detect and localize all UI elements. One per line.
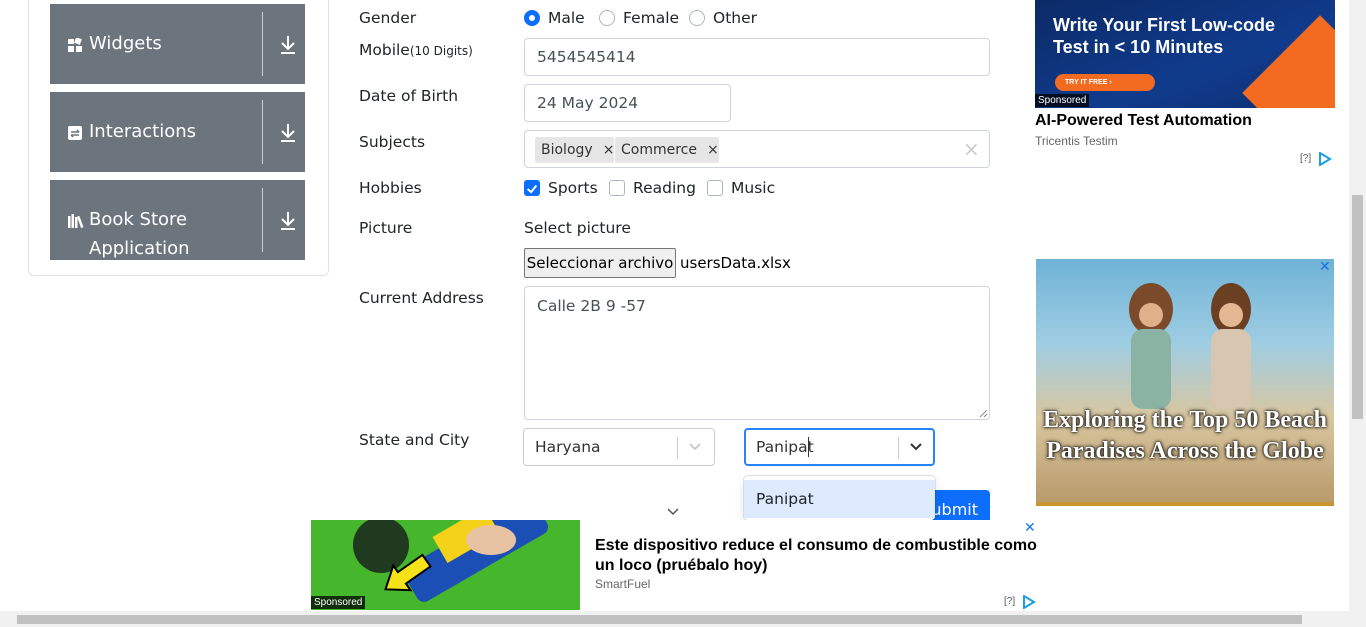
ad-banner-smartfuel[interactable]: Sponsored Este dispositivo reduce el con… — [311, 520, 1039, 610]
current-address-textarea[interactable]: Calle 2B 9 -57 — [524, 286, 990, 420]
subject-chip-commerce: Commerce × — [615, 137, 719, 163]
gender-other-radio[interactable] — [689, 10, 705, 26]
divider — [262, 188, 263, 252]
ad-source[interactable]: SmartFuel — [595, 577, 650, 591]
scrollbar-thumb[interactable] — [17, 615, 1302, 624]
address-value: Calle 2B 9 -57 — [537, 297, 646, 315]
divider — [262, 100, 263, 164]
current-address-label: Current Address — [359, 289, 484, 307]
chevron-down-icon[interactable] — [666, 507, 680, 517]
ad-cta-button[interactable]: TRY IT FREE › — [1055, 74, 1155, 91]
file-name: usersData.xlsx — [680, 254, 791, 272]
dob-input[interactable]: 24 May 2024 — [524, 84, 731, 122]
sidebar-group-interactions[interactable]: Interactions — [50, 92, 305, 172]
chip-label: Commerce — [621, 142, 697, 158]
chevron-down-icon[interactable] — [688, 442, 702, 452]
hobby-option-label: Music — [731, 179, 776, 197]
text-caret — [808, 437, 809, 457]
sidebar-group-book-store[interactable]: Book Store Application — [50, 180, 305, 260]
chip-remove-icon[interactable]: × — [707, 142, 719, 158]
download-icon[interactable] — [279, 35, 297, 55]
sidebar-group-label: Application — [89, 238, 190, 259]
gender-option-label: Male — [548, 9, 585, 27]
state-select[interactable]: Haryana — [523, 428, 715, 466]
mobile-hint: (10 Digits) — [409, 44, 473, 58]
gender-female-radio[interactable] — [599, 10, 615, 26]
sidebar-group-label: Interactions — [89, 121, 197, 142]
choose-file-button[interactable]: Seleccionar archivo — [524, 248, 676, 278]
ad-title[interactable]: Este dispositivo reduce el consumo de co… — [595, 536, 1039, 576]
book-store-icon — [68, 214, 84, 228]
clear-all-icon[interactable]: × — [963, 137, 980, 161]
ad-source[interactable]: Tricentis Testim — [1035, 134, 1118, 148]
indicator-separator — [677, 437, 678, 459]
vertical-scrollbar[interactable] — [1349, 0, 1366, 611]
city-option[interactable]: Panipat — [744, 480, 935, 518]
horizontal-scrollbar[interactable] — [0, 611, 1366, 627]
scrollbar-thumb[interactable] — [1352, 195, 1363, 419]
hobby-music-checkbox[interactable] — [707, 180, 723, 196]
mobile-value: 5454545414 — [537, 48, 636, 66]
select-picture-prompt: Select picture — [524, 219, 631, 237]
sponsored-badge: Sponsored — [1035, 94, 1090, 107]
dob-label: Date of Birth — [359, 87, 459, 105]
city-select[interactable]: Panipat — [744, 428, 935, 466]
indicator-separator — [898, 437, 899, 459]
sponsored-badge: Sponsored — [311, 596, 366, 609]
city-dropdown-menu: Panipat — [744, 476, 935, 520]
sidebar-group-label: Widgets — [89, 33, 162, 54]
resize-handle-icon[interactable] — [978, 408, 988, 418]
state-city-label: State and City — [359, 431, 470, 449]
state-value: Haryana — [535, 438, 601, 456]
sidebar-group-label: Book Store — [89, 209, 188, 230]
download-icon[interactable] — [279, 211, 297, 231]
subjects-input[interactable]: Biology × Commerce × × — [524, 130, 990, 168]
gender-label: Gender — [359, 9, 417, 27]
subjects-label: Subjects — [359, 133, 426, 151]
checkmark-icon — [526, 184, 538, 194]
gender-option-label: Female — [623, 9, 680, 27]
dob-value: 24 May 2024 — [537, 94, 639, 112]
picture-label: Picture — [359, 219, 413, 237]
hobby-option-label: Reading — [633, 179, 696, 197]
download-icon[interactable] — [279, 123, 297, 143]
chevron-down-icon[interactable] — [909, 442, 923, 452]
ad-title[interactable]: AI-Powered Test Automation — [1035, 112, 1252, 130]
mobile-input[interactable]: 5454545414 — [524, 38, 990, 76]
ad-banner-beach[interactable]: Exploring the Top 50 Beach Paradises Acr… — [1036, 259, 1334, 506]
adchoices-logo-icon[interactable] — [1022, 595, 1038, 609]
ad-headline: Exploring the Top 50 Beach Paradises Acr… — [1042, 407, 1328, 464]
ad-beach-image — [1129, 283, 1251, 409]
widgets-icon — [68, 38, 82, 52]
ad-banner-lowcode[interactable]: Write Your First Low-code Test in < 10 M… — [1035, 0, 1335, 108]
adchoices-icon[interactable]: [?] — [1004, 596, 1015, 607]
hobby-option-label: Sports — [548, 179, 598, 197]
ad-headline: Write Your First Low-code Test in < 10 M… — [1053, 15, 1276, 57]
gender-option-label: Other — [713, 9, 758, 27]
hobbies-label: Hobbies — [359, 179, 422, 197]
sidebar-group-widgets[interactable]: Widgets — [50, 4, 305, 84]
interactions-icon — [68, 126, 82, 140]
divider — [262, 12, 263, 76]
chip-label: Biology — [541, 142, 593, 158]
chip-remove-icon[interactable]: × — [603, 142, 615, 158]
ad-close-icon[interactable]: ✕ — [1024, 520, 1036, 536]
gender-male-radio[interactable] — [524, 10, 540, 26]
hobby-reading-checkbox[interactable] — [609, 180, 625, 196]
adchoices-icon[interactable]: [?] — [1300, 153, 1311, 164]
city-value: Panipat — [756, 438, 814, 456]
subject-chip-biology: Biology × — [535, 137, 615, 163]
mobile-label: Mobile(10 Digits) — [359, 41, 473, 59]
ad-close-icon[interactable]: ✕ — [1319, 259, 1331, 275]
adchoices-logo-icon[interactable] — [1318, 152, 1334, 166]
mobile-label-text: Mobile — [359, 41, 410, 59]
hobby-sports-checkbox[interactable] — [524, 180, 540, 196]
